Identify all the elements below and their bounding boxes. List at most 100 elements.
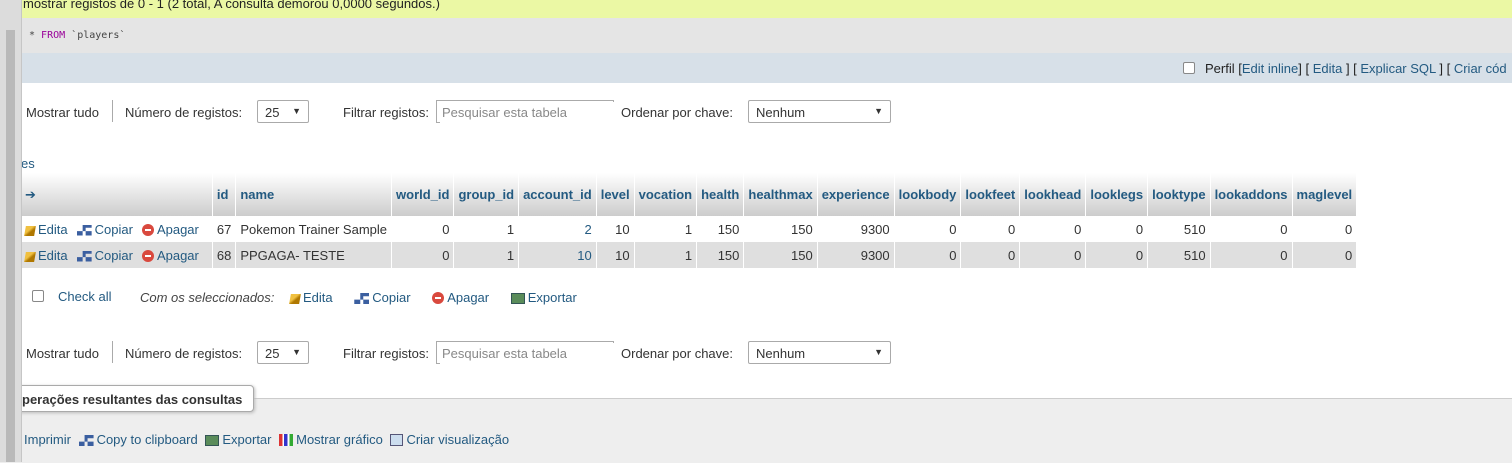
rows-count-select[interactable]: 25 ▼ xyxy=(257,341,309,364)
bulk-export-button[interactable]: Exportar xyxy=(510,290,577,305)
row-copy-button[interactable]: Copiar xyxy=(76,248,133,263)
cell-health[interactable]: 150 xyxy=(696,242,745,268)
dropdown-arrow-icon: ▼ xyxy=(874,106,883,116)
success-text: mostrar registos de 0 - 1 (2 total, A co… xyxy=(23,0,440,11)
cell-looklegs[interactable]: 0 xyxy=(1085,216,1149,242)
column-header-vocation[interactable]: vocation xyxy=(634,173,698,216)
cell-lookfeet[interactable]: 0 xyxy=(960,216,1021,242)
column-header-group_id[interactable]: group_id xyxy=(453,173,520,216)
cell-group_id[interactable]: 1 xyxy=(453,242,520,268)
row-copy-button[interactable]: Copiar xyxy=(76,222,133,237)
edit-query-link[interactable]: Edita xyxy=(1313,61,1343,76)
perfil-checkbox[interactable] xyxy=(1183,62,1195,74)
row-edit-button[interactable]: Edita xyxy=(24,222,68,237)
column-header-experience[interactable]: experience xyxy=(817,173,895,216)
cell-lookbody[interactable]: 0 xyxy=(894,242,962,268)
cell-looklegs[interactable]: 0 xyxy=(1085,242,1149,268)
cell-id[interactable]: 67 xyxy=(212,216,237,242)
chart-icon xyxy=(279,434,294,446)
cell-vocation[interactable]: 1 xyxy=(634,242,698,268)
cell-maglevel[interactable]: 0 xyxy=(1292,242,1358,268)
edit-inline-link[interactable]: Edit inline xyxy=(1242,61,1298,76)
column-header-maglevel[interactable]: maglevel xyxy=(1292,173,1358,216)
show-all-button[interactable]: Mostrar tudo xyxy=(26,105,99,120)
cell-lookbody[interactable]: 0 xyxy=(894,216,962,242)
sort-key-select[interactable]: Nenhum ▼ xyxy=(748,100,891,123)
filter-input[interactable] xyxy=(440,343,614,364)
column-header-looktype[interactable]: looktype xyxy=(1147,173,1211,216)
bulk-export-label: Exportar xyxy=(527,290,577,305)
create-code-link[interactable]: Criar cód xyxy=(1454,61,1507,76)
row-edit-label: Edita xyxy=(38,247,68,263)
dropdown-arrow-icon: ▼ xyxy=(874,347,883,357)
column-header-lookhead[interactable]: lookhead xyxy=(1019,173,1087,216)
cell-lookhead[interactable]: 0 xyxy=(1019,242,1087,268)
show-chart-link[interactable]: Mostrar gráfico xyxy=(279,432,383,447)
cell-experience[interactable]: 9300 xyxy=(817,216,895,242)
bulk-edit-button[interactable]: Edita xyxy=(289,290,333,305)
check-all-checkbox[interactable] xyxy=(32,290,44,302)
copy-icon xyxy=(76,250,92,262)
column-header-id[interactable]: id xyxy=(212,173,237,216)
create-view-label: Criar visualização xyxy=(406,432,510,447)
sort-key-select[interactable]: Nenhum ▼ xyxy=(748,341,891,364)
success-message: mostrar registos de 0 - 1 (2 total, A co… xyxy=(0,0,1512,18)
cell-world_id[interactable]: 0 xyxy=(391,242,455,268)
cell-lookhead[interactable]: 0 xyxy=(1019,216,1087,242)
filter-input[interactable] xyxy=(440,102,614,123)
actions-header: ➔ xyxy=(21,173,213,216)
cell-level[interactable]: 10 xyxy=(596,216,635,242)
explain-sql-link[interactable]: Explicar SQL xyxy=(1360,61,1435,76)
rows-count-select[interactable]: 25 ▼ xyxy=(257,100,309,123)
bulk-delete-label: Apagar xyxy=(447,290,490,305)
cell-healthmax[interactable]: 150 xyxy=(743,216,818,242)
copy-clipboard-link[interactable]: Copy to clipboard xyxy=(78,432,198,447)
check-all[interactable]: Check all xyxy=(32,289,111,304)
create-view-link[interactable]: Criar visualização xyxy=(390,432,509,447)
cell-vocation[interactable]: 1 xyxy=(634,216,698,242)
column-header-health[interactable]: health xyxy=(696,173,745,216)
row-edit-button[interactable]: Edita xyxy=(24,247,68,263)
cell-level[interactable]: 10 xyxy=(596,242,635,268)
table-row: Edita Copiar Apagar 67 Pokemon Trainer Sampl… xyxy=(21,216,1358,242)
cell-name[interactable]: Pokemon Trainer Sample xyxy=(235,216,393,242)
dropdown-arrow-icon: ▼ xyxy=(292,106,301,116)
show-all-button[interactable]: Mostrar tudo xyxy=(26,346,99,361)
column-header-level[interactable]: level xyxy=(596,173,635,216)
check-all-label[interactable]: Check all xyxy=(58,289,111,304)
cell-looktype[interactable]: 510 xyxy=(1147,216,1211,242)
rows-count-value: 25 xyxy=(265,105,280,120)
column-header-lookaddons[interactable]: lookaddons xyxy=(1210,173,1293,216)
cell-lookfeet[interactable]: 0 xyxy=(960,242,1021,268)
cell-account_id[interactable]: 10 xyxy=(518,242,597,268)
table-navigation-bottom: Mostrar tudo Número de registos: 25 ▼ Fil… xyxy=(22,341,902,367)
bulk-delete-button[interactable]: Apagar xyxy=(432,290,489,305)
cell-healthmax[interactable]: 150 xyxy=(743,242,818,268)
export-link[interactable]: Exportar xyxy=(205,432,272,447)
cell-lookaddons[interactable]: 0 xyxy=(1210,242,1293,268)
row-delete-button[interactable]: Apagar xyxy=(141,222,199,237)
cell-lookaddons[interactable]: 0 xyxy=(1210,216,1293,242)
column-header-healthmax[interactable]: healthmax xyxy=(743,173,818,216)
cell-name[interactable]: PPGAGA- TESTE xyxy=(235,242,393,268)
cell-group_id[interactable]: 1 xyxy=(453,216,520,242)
cell-maglevel[interactable]: 0 xyxy=(1292,216,1358,242)
column-header-lookbody[interactable]: lookbody xyxy=(894,173,962,216)
cell-health[interactable]: 150 xyxy=(696,216,745,242)
scrollbar-strip[interactable] xyxy=(6,30,15,462)
cell-looktype[interactable]: 510 xyxy=(1147,242,1211,268)
bulk-copy-button[interactable]: Copiar xyxy=(354,290,411,305)
column-header-looklegs[interactable]: looklegs xyxy=(1085,173,1149,216)
row-delete-button[interactable]: Apagar xyxy=(141,248,199,263)
cell-experience[interactable]: 9300 xyxy=(817,242,895,268)
cell-id[interactable]: 68 xyxy=(212,242,237,268)
print-link[interactable]: Imprimir xyxy=(24,432,71,447)
column-header-lookfeet[interactable]: lookfeet xyxy=(960,173,1021,216)
options-link[interactable]: es xyxy=(21,156,35,171)
column-header-world_id[interactable]: world_id xyxy=(391,173,455,216)
cell-account_id[interactable]: 2 xyxy=(518,216,597,242)
cell-world_id[interactable]: 0 xyxy=(391,216,455,242)
column-header-account_id[interactable]: account_id xyxy=(518,173,597,216)
expand-arrow-icon[interactable]: ➔ xyxy=(25,187,36,202)
column-header-name[interactable]: name xyxy=(235,173,393,216)
